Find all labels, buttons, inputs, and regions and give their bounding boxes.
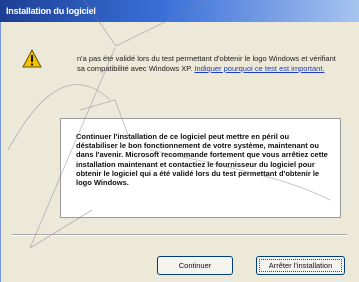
compatibility-message: n'a pas été validé lors du test permetta… bbox=[77, 54, 339, 73]
continue-button[interactable]: Continuer bbox=[157, 256, 233, 275]
warning-box: Continuer l'installation de ce logiciel … bbox=[60, 118, 341, 218]
warning-text: Continuer l'installation de ce logiciel … bbox=[76, 132, 328, 188]
warning-triangle-icon bbox=[22, 49, 42, 68]
why-important-link[interactable]: Indiquer pourquoi ce test est important. bbox=[194, 64, 324, 73]
stop-installation-button[interactable]: Arrêter l'installation bbox=[256, 256, 345, 275]
dialog-titlebar[interactable]: Installation du logiciel bbox=[0, 0, 359, 22]
button-separator bbox=[12, 234, 347, 236]
dialog-title: Installation du logiciel bbox=[6, 6, 96, 16]
